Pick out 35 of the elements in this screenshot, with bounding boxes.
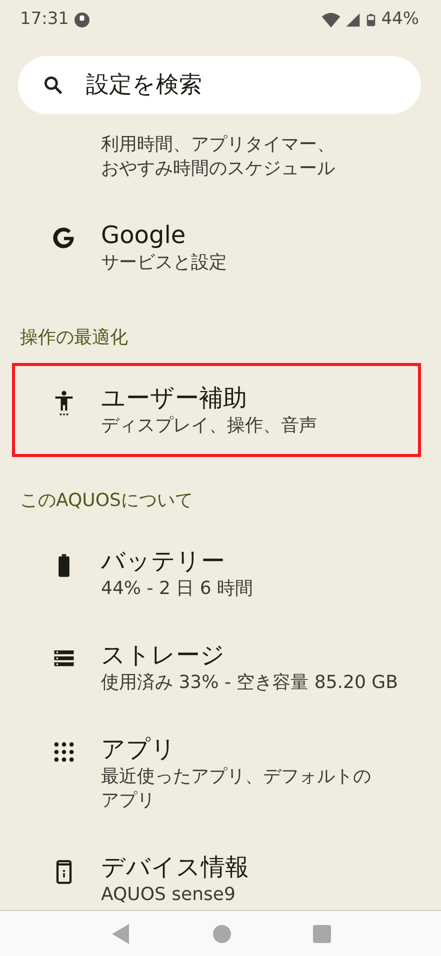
recents-icon[interactable] xyxy=(312,924,330,942)
clock-text: 17:31 xyxy=(20,8,69,32)
home-icon[interactable] xyxy=(212,924,232,944)
settings-item[interactable]: アプリ 最近使ったアプリ、デフォルトの アプリ xyxy=(12,714,421,832)
section-header: 操作の最適化 xyxy=(19,326,129,350)
signal-icon xyxy=(345,12,362,28)
wifi-icon xyxy=(321,10,342,30)
item-title: ストレージ xyxy=(101,640,226,671)
settings-item[interactable]: ストレージ 使用済み 33% - 空き容量 85.20 GB xyxy=(12,620,421,714)
settings-item[interactable]: バッテリー 44% - 2 日 6 時間 xyxy=(12,526,421,620)
item-subtitle: 最近使ったアプリ、デフォルトの xyxy=(101,765,371,789)
highlighted-settings-item[interactable]: ユーザー補助 ディスプレイ、操作、音声 xyxy=(12,363,421,457)
item-subtitle: 使用済み 33% - 空き容量 85.20 GB xyxy=(101,671,398,695)
section-header: このAQUOSについて xyxy=(19,489,194,513)
back-icon[interactable] xyxy=(110,922,130,944)
item-title: バッテリー xyxy=(101,546,226,577)
item-subtitle: ディスプレイ、操作、音声 xyxy=(101,414,317,438)
battery-percent: 44% xyxy=(381,8,419,32)
item-title: Google xyxy=(101,220,187,251)
notification-icon xyxy=(73,10,91,29)
settings-item[interactable]: 利用時間、アプリタイマー、 おやすみ時間のスケジュール xyxy=(12,114,421,200)
item-subtitle: 利用時間、アプリタイマー、 xyxy=(101,133,335,157)
item-title: アプリ xyxy=(101,734,177,765)
item-subtitle: 44% - 2 日 6 時間 xyxy=(101,577,254,601)
item-title: ユーザー補助 xyxy=(101,383,248,414)
item-subtitle: おやすみ時間のスケジュール xyxy=(101,157,335,181)
settings-item[interactable]: デバイス情報 AQUOS sense9 xyxy=(12,832,421,910)
google-icon xyxy=(51,225,77,251)
settings-item[interactable]: Google サービスと設定 xyxy=(12,200,421,294)
item-subtitle: アプリ xyxy=(101,789,156,813)
search-icon xyxy=(42,74,64,96)
item-subtitle: AQUOS sense9 xyxy=(101,883,236,907)
item-subtitle: サービスと設定 xyxy=(101,251,227,275)
item-title: デバイス情報 xyxy=(101,852,249,883)
search-field[interactable]: 設定を検索 xyxy=(18,56,421,114)
